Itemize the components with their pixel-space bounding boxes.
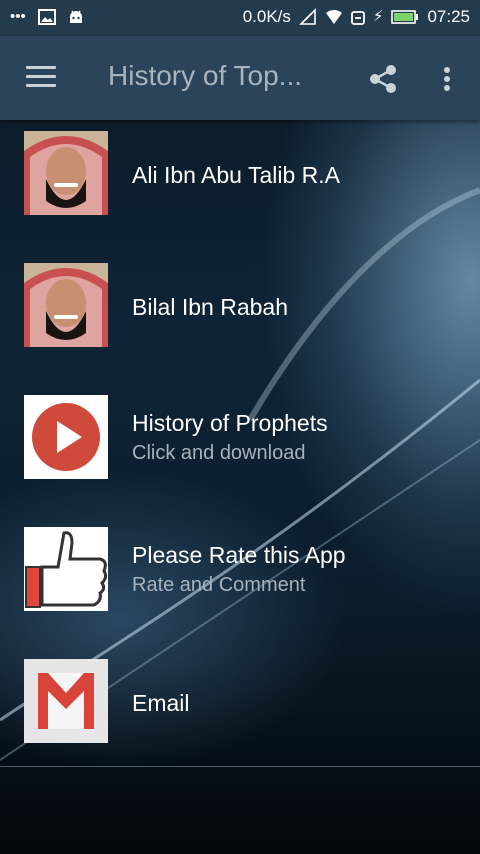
- item-subtitle: Rate and Comment: [132, 574, 306, 596]
- list-divider: [0, 766, 480, 767]
- item-label: History of Prophets: [132, 410, 328, 436]
- hamburger-icon: [26, 66, 56, 69]
- image-icon: [37, 9, 56, 25]
- play-icon: [24, 395, 108, 479]
- net-speed: 0.0K/s: [242, 7, 291, 26]
- alarm-icon: [351, 11, 365, 25]
- app-bar: History of Top...: [0, 36, 480, 120]
- android-icon: [69, 10, 82, 23]
- item-label: Please Rate this App: [132, 542, 346, 568]
- hamburger-menu-button[interactable]: [26, 66, 58, 90]
- battery-icon: [391, 10, 419, 24]
- list-item-email[interactable]: Email: [0, 648, 480, 758]
- item-label: Bilal Ibn Rabah: [132, 294, 288, 320]
- more-vertical-icon[interactable]: [432, 62, 462, 96]
- list-item-bilal[interactable]: Bilal Ibn Rabah: [0, 252, 480, 362]
- wifi-icon: [325, 9, 342, 24]
- thumbs-up-icon: [24, 527, 108, 611]
- app-title: History of Top...: [108, 60, 303, 91]
- gmail-icon: [24, 659, 108, 743]
- item-label: Ali Ibn Abu Talib R.A: [132, 162, 340, 188]
- charging-icon: ⚡: [372, 8, 384, 25]
- item-label: Email: [132, 690, 190, 716]
- list-item-ali[interactable]: Ali Ibn Abu Talib R.A: [0, 120, 480, 230]
- item-subtitle: Click and download: [132, 442, 306, 464]
- status-bar: ••• 0.0K/s ⚡ 07:25: [0, 0, 480, 36]
- speaker-portrait-image: [24, 131, 108, 215]
- dots-icon: •••: [10, 8, 26, 25]
- clock: 07:25: [427, 7, 470, 26]
- share-icon[interactable]: [366, 62, 400, 96]
- speaker-portrait-image: [24, 263, 108, 347]
- list-item-history-of-prophets[interactable]: History of Prophets Click and download: [0, 384, 480, 494]
- list-item-rate-app[interactable]: Please Rate this App Rate and Comment: [0, 516, 480, 626]
- data-icon: [298, 8, 316, 25]
